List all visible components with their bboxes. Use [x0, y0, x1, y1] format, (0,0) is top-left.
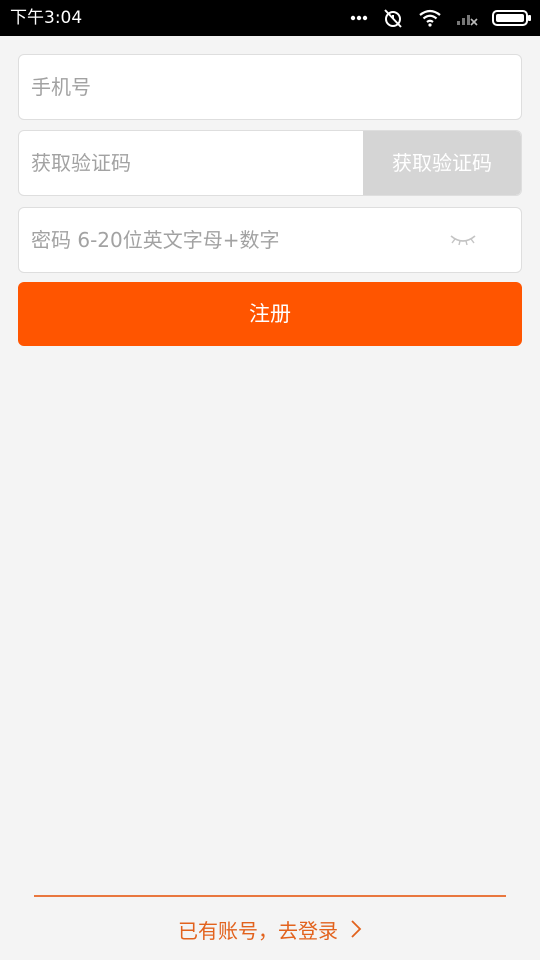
battery-icon: [492, 9, 532, 27]
login-link-label: 已有账号，去登录: [178, 918, 338, 943]
register-button[interactable]: 注册: [18, 282, 522, 346]
signal-icon: [456, 10, 478, 26]
status-bar: 下午3:04: [0, 0, 540, 36]
status-time: 下午3:04: [10, 8, 83, 28]
more-dots-icon: [350, 15, 368, 21]
chevron-right-icon: [338, 919, 362, 939]
password-input[interactable]: [31, 208, 431, 272]
password-field: [18, 207, 522, 273]
login-link[interactable]: 已有账号，去登录: [0, 912, 540, 946]
phone-field: [18, 54, 522, 120]
verification-code-input[interactable]: [31, 131, 361, 195]
wifi-icon: [418, 9, 442, 27]
alarm-off-icon: [382, 7, 404, 29]
get-code-button[interactable]: 获取验证码: [363, 131, 521, 195]
phone-input[interactable]: [31, 55, 511, 119]
status-icons: [350, 5, 532, 31]
verification-code-field: 获取验证码: [18, 130, 522, 196]
eye-closed-icon[interactable]: [443, 228, 483, 252]
footer-divider: [34, 895, 506, 897]
